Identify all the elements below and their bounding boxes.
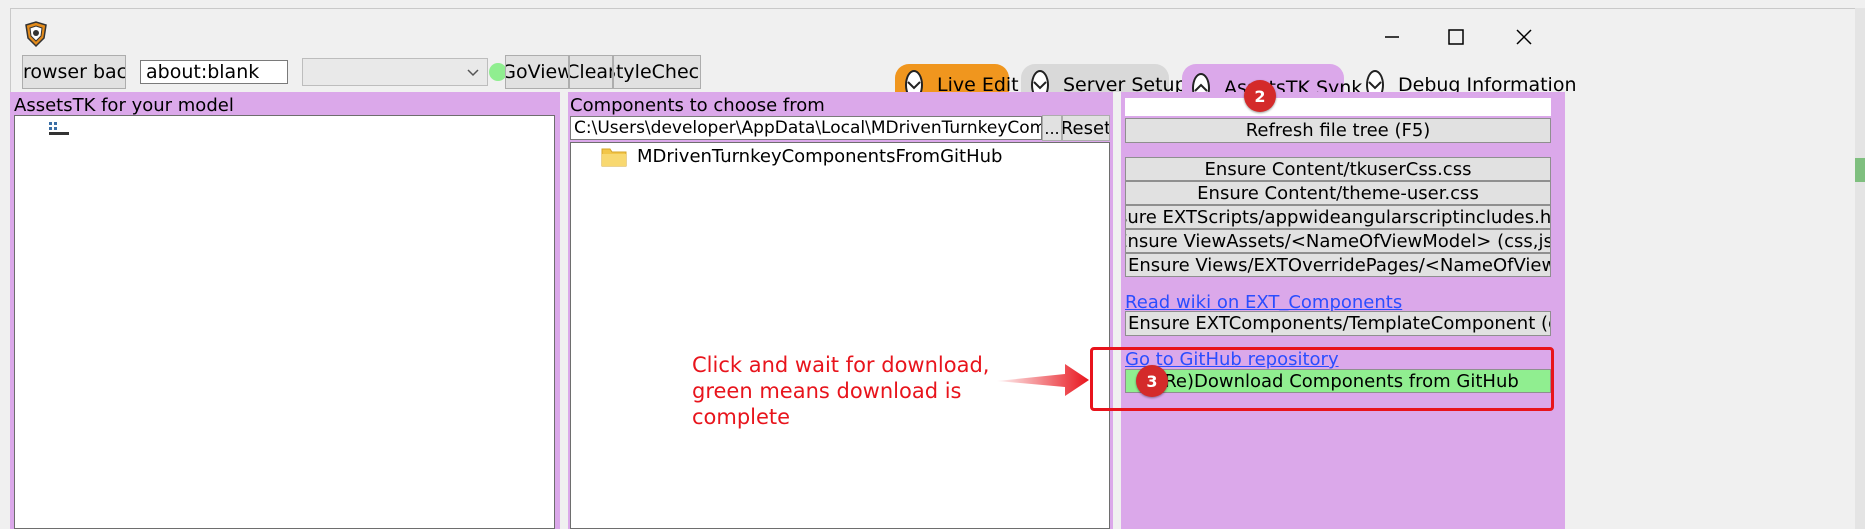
splitter-right[interactable] [1113, 92, 1121, 529]
chevron-down-icon [467, 69, 479, 77]
goview-button[interactable]: GoView [505, 55, 569, 89]
clear-button[interactable]: Clear [569, 55, 613, 89]
background-window-edge [1855, 8, 1865, 529]
tree-item-folder[interactable]: MDrivenTurnkeyComponentsFromGitHub [601, 145, 1002, 167]
components-path-input[interactable]: C:\Users\developer\AppData\Local\MDriven… [570, 116, 1042, 140]
components-tree[interactable]: MDrivenTurnkeyComponentsFromGitHub [570, 142, 1110, 529]
tree-root-icon [49, 122, 69, 135]
refresh-file-tree-button[interactable]: Refresh file tree (F5) [1125, 118, 1551, 143]
view-selector-dropdown[interactable] [302, 58, 488, 86]
maximize-icon[interactable] [1434, 22, 1478, 52]
ensure-override-pages-button[interactable]: Ensure Views/EXTOverridePages/<NameOfVie… [1125, 253, 1551, 277]
minimize-icon[interactable] [1370, 22, 1414, 52]
browse-button[interactable]: ... [1042, 115, 1062, 141]
ensure-tkusercss-button[interactable]: Ensure Content/tkuserCss.css [1125, 157, 1551, 181]
read-wiki-link[interactable]: Read wiki on EXT_Components [1125, 292, 1402, 313]
ensure-theme-user-button[interactable]: Ensure Content/theme-user.css [1125, 181, 1551, 205]
close-icon[interactable] [1502, 22, 1546, 52]
model-tree[interactable] [14, 115, 555, 529]
app-logo-icon [22, 20, 50, 48]
ensure-viewassets-button[interactable]: Ensure ViewAssets/<NameOfViewModel> (css… [1125, 229, 1551, 253]
step-badge-3: 3 [1136, 365, 1168, 397]
splitter-left[interactable] [560, 92, 568, 529]
progress-bar [1125, 98, 1551, 116]
annotation-callout: Click and wait for download, green means… [692, 353, 990, 429]
folder-label: MDrivenTurnkeyComponentsFromGitHub [637, 145, 1003, 167]
ensure-template-component-button[interactable]: Ensure EXTComponents/TemplateComponent (… [1125, 311, 1551, 336]
left-panel-title: AssetsTK for your model [14, 95, 234, 116]
stylecheck-button[interactable]: StyleCheck [613, 55, 701, 89]
ensure-appwide-scripts-button[interactable]: Ensure EXTScripts/appwideangularscriptin… [1125, 205, 1551, 229]
step-badge-2: 2 [1244, 80, 1276, 112]
reset-button[interactable]: Reset [1062, 115, 1110, 141]
url-input[interactable]: about:blank [140, 60, 288, 84]
annotation-arrow-icon [997, 364, 1089, 396]
folder-icon [601, 148, 627, 167]
middle-panel-title: Components to choose from [570, 95, 825, 116]
browser-back-button[interactable]: Browser back [22, 55, 126, 89]
